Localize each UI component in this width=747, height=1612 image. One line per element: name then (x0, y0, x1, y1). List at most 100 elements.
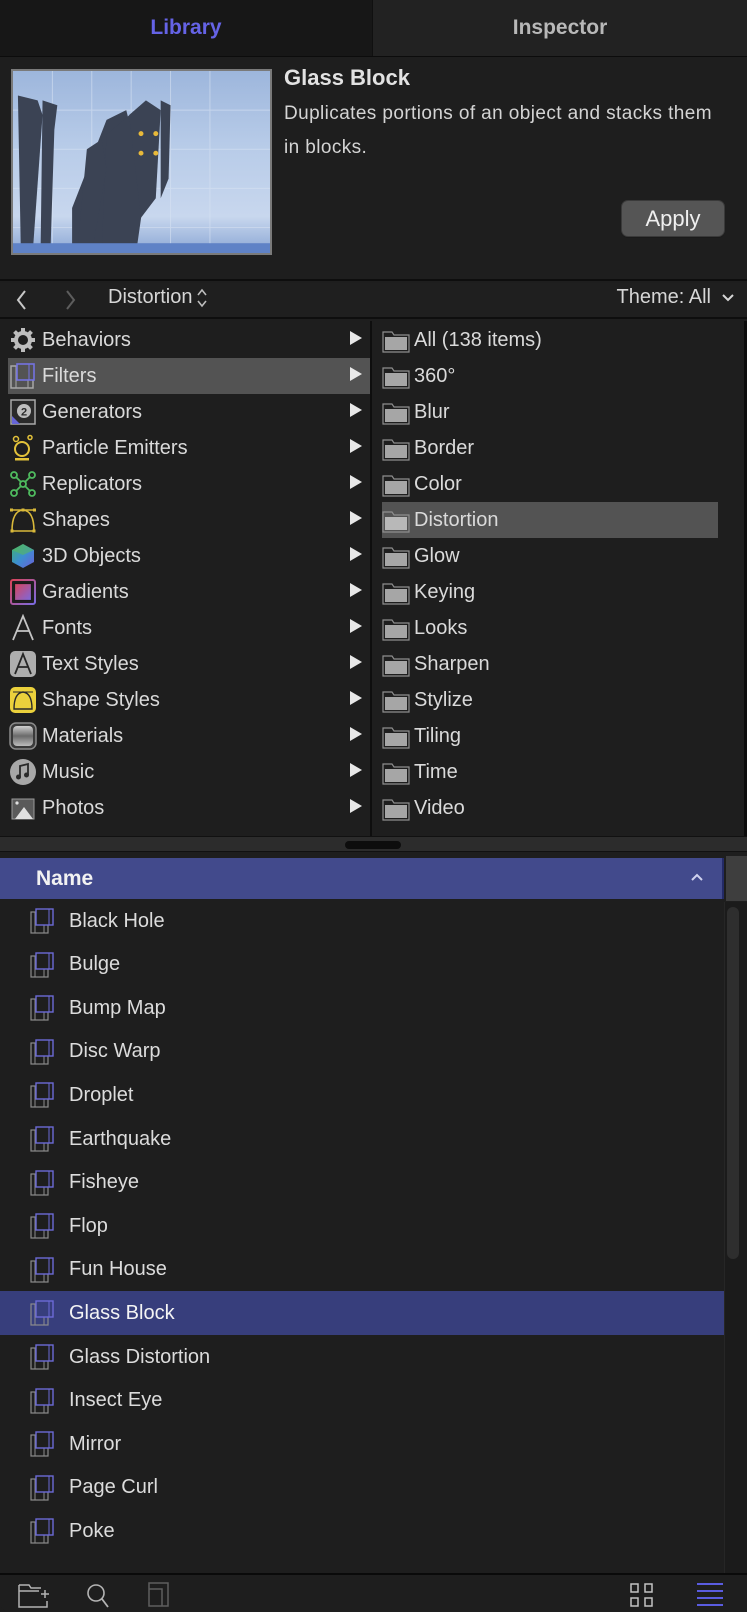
new-folder-icon (18, 1584, 49, 1608)
scrollbar-thumb[interactable] (727, 907, 739, 1259)
list-item[interactable]: Glass Distortion (0, 1335, 724, 1379)
filter-icon (30, 1431, 54, 1457)
breadcrumb-popup[interactable]: Distortion (108, 286, 208, 309)
subcategory-label: Distortion (414, 508, 499, 531)
forward-button[interactable] (64, 287, 78, 318)
grid-view-button[interactable] (628, 1581, 660, 1609)
pane-splitter[interactable] (0, 836, 747, 852)
list-item[interactable]: Bulge (0, 943, 724, 987)
replicator-icon (8, 470, 38, 498)
folder-icon (382, 653, 410, 677)
category-3d-objects[interactable]: 3D Objects (8, 538, 370, 574)
category-behaviors[interactable]: Behaviors (8, 322, 370, 358)
subcategory-item[interactable]: Keying (382, 574, 718, 610)
preview-thumbnail (11, 69, 272, 255)
cube-icon (8, 542, 38, 570)
browser-columns: Behaviors Filters 2 Generators Particle … (0, 321, 747, 836)
filter-icon (30, 1169, 54, 1196)
category-generators[interactable]: 2 Generators (8, 394, 370, 430)
subcategory-item[interactable]: Color (382, 466, 718, 502)
disclosure-arrow-icon (350, 655, 362, 669)
list-item[interactable]: Flop (0, 1204, 724, 1248)
back-button[interactable] (14, 287, 28, 318)
preview-description: Duplicates portions of an object and sta… (284, 103, 712, 158)
disclosure-arrow-icon (350, 691, 362, 705)
filter-icon (30, 1257, 54, 1283)
preview-area: Glass Block Duplicates portions of an ob… (0, 57, 747, 281)
list-item-label: Fun House (69, 1258, 167, 1281)
subcategory-item[interactable]: Tiling (382, 718, 718, 754)
apply-button[interactable]: Apply (621, 200, 725, 237)
disclosure-arrow-icon (350, 727, 362, 741)
category-filters[interactable]: Filters (8, 358, 370, 394)
list-item[interactable]: Poke (0, 1509, 724, 1553)
category-text-styles[interactable]: Text Styles (8, 646, 370, 682)
subcategory-item[interactable]: 360° (382, 358, 718, 394)
list-item[interactable]: Bump Map (0, 986, 724, 1030)
list-item[interactable]: Glass Block (0, 1291, 724, 1336)
list-item[interactable]: Earthquake (0, 1117, 724, 1161)
tab-library[interactable]: Library (0, 0, 372, 56)
list-view-button[interactable] (695, 1581, 727, 1609)
grid-view-icon (630, 1583, 653, 1607)
subcategory-item[interactable]: Looks (382, 610, 718, 646)
list-item[interactable]: Droplet (0, 1073, 724, 1117)
subcategory-item[interactable]: Sharpen (382, 646, 718, 682)
list-item[interactable]: Disc Warp (0, 1030, 724, 1074)
theme-label: Theme: All (616, 286, 711, 308)
column-header-label: Name (36, 866, 94, 890)
subcategory-item[interactable]: Border (382, 430, 718, 466)
subcategory-item[interactable]: Blur (382, 394, 718, 430)
new-folder-button[interactable] (17, 1581, 49, 1609)
category-materials[interactable]: Materials (8, 718, 370, 754)
subcategory-label: Glow (414, 544, 460, 567)
list-item[interactable]: Page Curl (0, 1466, 724, 1510)
panel-tabs: Library Inspector (0, 0, 747, 57)
subcategory-item[interactable]: Stylize (382, 682, 718, 718)
disclosure-arrow-icon (350, 331, 362, 345)
category-shapes[interactable]: Shapes (8, 502, 370, 538)
column-header-name[interactable]: Name (0, 858, 724, 899)
svg-text:2: 2 (21, 407, 27, 419)
splitter-grip[interactable] (345, 841, 401, 849)
category-label: Particle Emitters (42, 436, 188, 459)
category-replicators[interactable]: Replicators (8, 466, 370, 502)
subcategory-item[interactable]: Distortion (382, 502, 718, 538)
category-gradients[interactable]: Gradients (8, 574, 370, 610)
list-item[interactable]: Fun House (0, 1248, 724, 1292)
category-photos[interactable]: Photos (8, 790, 370, 826)
category-fonts[interactable]: Fonts (8, 610, 370, 646)
disclosure-arrow-icon (350, 439, 362, 453)
filter-icon (30, 1039, 54, 1065)
filter-icon (30, 1344, 54, 1370)
theme-popup[interactable]: Theme: All (617, 286, 735, 309)
list-item-label: Black Hole (69, 909, 165, 932)
tab-inspector[interactable]: Inspector (372, 0, 747, 56)
list-item[interactable]: Fisheye (0, 1161, 724, 1205)
disclosure-arrow-icon (350, 547, 362, 561)
subcategory-label: Color (414, 472, 462, 495)
list-item[interactable]: Black Hole (0, 899, 724, 943)
chevron-down-icon (722, 293, 734, 301)
font-icon (8, 614, 38, 642)
subcategory-item[interactable]: Video (382, 790, 718, 826)
subcategory-item[interactable]: All (138 items) (382, 322, 718, 358)
chevron-right-icon (66, 290, 76, 310)
category-music[interactable]: Music (8, 754, 370, 790)
category-particle-emitters[interactable]: Particle Emitters (8, 430, 370, 466)
category-shape-styles[interactable]: Shape Styles (8, 682, 370, 718)
list-item-label: Droplet (69, 1083, 134, 1106)
search-button[interactable] (84, 1581, 116, 1609)
chevron-left-icon (16, 290, 26, 310)
sort-ascending-icon[interactable] (690, 866, 704, 887)
subcategory-item[interactable]: Time (382, 754, 718, 790)
list-item[interactable]: Mirror (0, 1422, 724, 1466)
subcategory-item[interactable]: Glow (382, 538, 718, 574)
category-label: Filters (42, 364, 97, 387)
list-item[interactable]: Insect Eye (0, 1379, 724, 1423)
filter-icon (30, 1126, 54, 1152)
preview-toggle-button[interactable] (147, 1581, 179, 1609)
preview-window-icon (148, 1582, 169, 1607)
category-label: Fonts (42, 616, 93, 639)
filter-list: Name Black Hole Bulge Bump Map Disc Warp Dro… (0, 852, 747, 1574)
